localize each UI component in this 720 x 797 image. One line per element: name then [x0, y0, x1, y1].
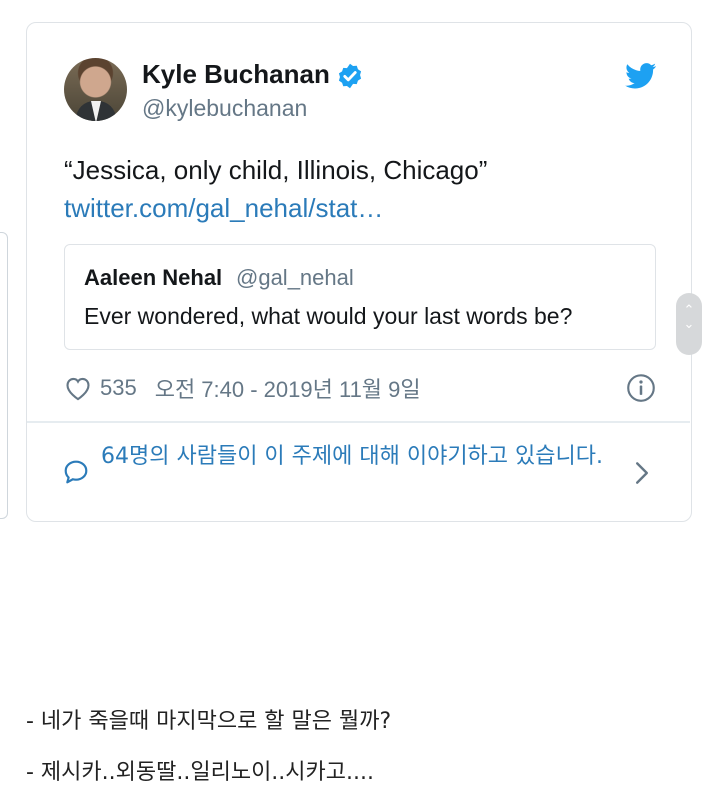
quoted-author-name: Aaleen Nehal [84, 265, 223, 290]
card-divider [27, 421, 690, 423]
caption-line-2: - 제시카..외동딸..일리노이..시카고.... [26, 760, 374, 785]
embedded-tweet-card[interactable]: Kyle Buchanan @kylebuchanan “Jessica, on… [26, 22, 692, 522]
conversation-link[interactable]: 64명의 사람들이 이 주제에 대해 이야기하고 있습니다. [101, 441, 621, 473]
scroll-handle[interactable]: ⌃ ⌄ [676, 293, 702, 355]
tweet-timestamp[interactable]: 오전 7:40 - 2019년 11월 9일 [155, 372, 421, 404]
tweet-body: “Jessica, only child, Illinois, Chicago” [64, 155, 488, 185]
verified-badge-icon [338, 63, 362, 89]
speech-bubble-icon [64, 460, 88, 484]
tweet-meta: 535 오전 7:40 - 2019년 11월 9일 [64, 373, 421, 403]
chevron-down-icon: ⌄ [683, 317, 695, 332]
twitter-bird-icon[interactable] [625, 63, 657, 89]
author-handle[interactable]: @kylebuchanan [142, 95, 307, 122]
tweet-link[interactable]: twitter.com/gal_nehal/stat… [64, 193, 383, 223]
quoted-tweet-text: Ever wondered, what would your last word… [84, 303, 573, 329]
adjacent-panel-edge [0, 232, 8, 519]
chevron-right-icon[interactable] [632, 461, 652, 485]
author-name[interactable]: Kyle Buchanan [142, 59, 330, 90]
quoted-author-handle: @gal_nehal [236, 265, 354, 290]
tweet-text: “Jessica, only child, Illinois, Chicago”… [64, 151, 664, 227]
heart-icon[interactable] [64, 375, 92, 401]
info-icon[interactable] [626, 373, 656, 403]
caption-line-1: - 네가 죽을때 마지막으로 할 말은 뭘까? [26, 709, 392, 734]
chevron-up-icon: ⌃ [683, 303, 695, 318]
quoted-tweet[interactable]: Aaleen Nehal @gal_nehal Ever wondered, w… [64, 244, 656, 350]
author-avatar[interactable] [64, 58, 127, 121]
like-count[interactable]: 535 [100, 375, 137, 401]
